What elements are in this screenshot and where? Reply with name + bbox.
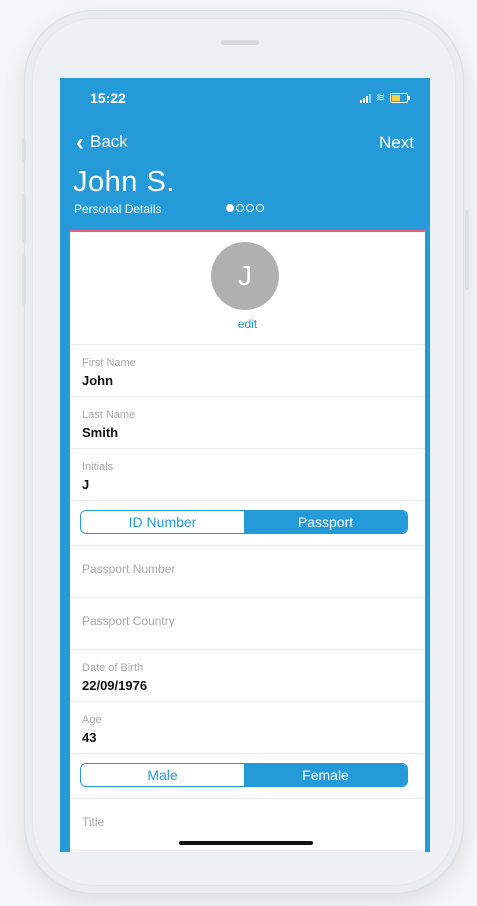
step-dot [256, 204, 264, 212]
female-option[interactable]: Female [244, 764, 407, 786]
signal-icon [359, 93, 371, 103]
battery-icon [390, 92, 410, 103]
form-content: J edit First Name John Last Name Smith I… [70, 232, 425, 851]
field-value: J [82, 477, 90, 492]
wifi-icon: ≋ [375, 92, 385, 104]
field-label: Title [82, 815, 105, 829]
field-label: First Name [82, 357, 136, 369]
volume-down-button [22, 255, 26, 305]
field-label: Date of Birth [82, 662, 144, 674]
app-screen: 15:22 ≋ ‹ Back Next John S. Personal Det… [60, 78, 430, 852]
id-type-segmented-control: ID Number Passport [80, 510, 408, 534]
status-time: 15:22 [90, 90, 126, 106]
step-dot [246, 204, 254, 212]
app-header: 15:22 ≋ ‹ Back Next John S. Personal Det… [60, 78, 430, 232]
back-button[interactable]: ‹ Back [76, 128, 128, 156]
field-label: Passport Country [82, 614, 175, 628]
date-of-birth-field[interactable]: Date of Birth 22/09/1976 [70, 650, 425, 702]
last-name-field[interactable]: Last Name Smith [70, 397, 425, 449]
gender-row: Male Female [70, 754, 425, 799]
back-label: Back [90, 132, 128, 151]
passport-number-field[interactable]: Passport Number [70, 546, 425, 598]
scroll-track[interactable] [425, 230, 430, 852]
field-value: John [82, 373, 114, 388]
avatar[interactable]: J [211, 242, 279, 310]
speaker-grille [221, 40, 259, 45]
field-value: 43 [82, 730, 97, 745]
id-type-row: ID Number Passport [70, 501, 425, 546]
edit-avatar-link[interactable]: edit [70, 317, 425, 331]
step-dot [236, 204, 244, 212]
page-subtitle: Personal Details [74, 202, 162, 216]
passport-country-field[interactable]: Passport Country [70, 598, 425, 650]
left-accent-bar [60, 230, 70, 852]
id-number-option[interactable]: ID Number [81, 511, 244, 533]
male-option[interactable]: Male [81, 764, 244, 786]
field-label: Last Name [82, 409, 136, 421]
age-field[interactable]: Age 43 [70, 702, 425, 754]
volume-up-button [22, 193, 26, 243]
first-name-field[interactable]: First Name John [70, 345, 425, 397]
field-label: Age [82, 714, 102, 726]
mute-switch [22, 138, 26, 162]
chevron-left-icon: ‹ [76, 128, 84, 156]
field-label: Initials [82, 461, 114, 473]
field-value: 22/09/1976 [82, 678, 148, 693]
field-label: Passport Number [82, 562, 176, 576]
step-indicator [226, 204, 264, 212]
next-button[interactable]: Next [379, 133, 414, 153]
passport-option[interactable]: Passport [244, 511, 407, 533]
power-button [465, 210, 469, 290]
step-dot [226, 204, 234, 212]
page-title: John S. [73, 166, 175, 198]
status-icons: ≋ [359, 91, 410, 104]
avatar-section: J edit [70, 232, 425, 345]
field-value: Smith [82, 425, 119, 440]
gender-segmented-control: Male Female [80, 763, 408, 787]
initials-field[interactable]: Initials J [70, 449, 425, 501]
home-indicator[interactable] [179, 841, 313, 845]
